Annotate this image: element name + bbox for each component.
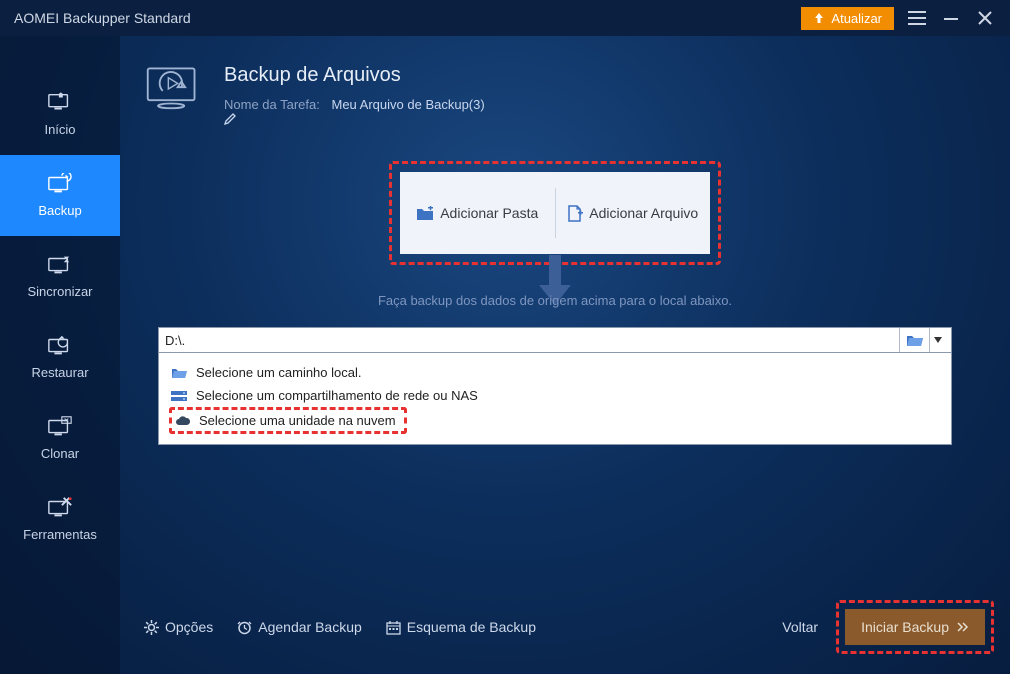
destination-option-local[interactable]: Selecione um caminho local.	[169, 361, 941, 384]
destination-option-label: Selecione um compartilhamento de rede ou…	[196, 388, 478, 403]
sidebar-item-label: Ferramentas	[23, 527, 97, 542]
source-area: Adicionar Pasta Adicionar Arquivo	[144, 161, 966, 321]
add-file-label: Adicionar Arquivo	[589, 205, 698, 221]
upgrade-arrow-icon	[813, 12, 825, 24]
titlebar-controls: Atualizar	[801, 7, 996, 30]
sidebar: Início Backup Sincronizar Restaurar	[0, 36, 120, 674]
destination-dropdown-icon[interactable]	[929, 328, 945, 352]
task-name-row: Nome da Tarefa: Meu Arquivo de Backup(3)	[224, 97, 499, 125]
footer: Opções Agendar Backup Esquema de Backup …	[144, 600, 994, 654]
cloud-option-highlight: Selecione uma unidade na nuvem	[169, 407, 407, 434]
upgrade-label: Atualizar	[831, 11, 882, 26]
calendar-icon	[386, 620, 401, 635]
start-backup-highlight: Iniciar Backup	[836, 600, 994, 654]
folder-plus-icon	[416, 206, 434, 221]
destination-option-label: Selecione uma unidade na nuvem	[199, 413, 396, 428]
source-hint: Faça backup dos dados de origem acima pa…	[365, 293, 745, 308]
sidebar-item-clone[interactable]: Clonar	[0, 398, 120, 479]
schedule-button[interactable]: Agendar Backup	[237, 619, 362, 635]
sidebar-item-sync[interactable]: Sincronizar	[0, 236, 120, 317]
page-header: Backup de Arquivos Nome da Tarefa: Meu A…	[144, 64, 966, 125]
add-folder-label: Adicionar Pasta	[440, 205, 538, 221]
scheme-label: Esquema de Backup	[407, 619, 536, 635]
sidebar-item-restore[interactable]: Restaurar	[0, 317, 120, 398]
sidebar-item-label: Início	[44, 122, 75, 137]
gear-icon	[144, 620, 159, 635]
start-backup-label: Iniciar Backup	[861, 619, 949, 635]
sync-icon	[47, 254, 73, 276]
add-folder-button[interactable]: Adicionar Pasta	[400, 172, 555, 254]
page-header-text: Backup de Arquivos Nome da Tarefa: Meu A…	[224, 64, 499, 125]
clone-icon	[47, 416, 73, 438]
sidebar-item-tools[interactable]: Ferramentas	[0, 479, 120, 560]
close-icon[interactable]	[974, 7, 996, 29]
file-backup-icon	[144, 64, 202, 114]
tools-icon	[47, 497, 73, 519]
upgrade-button[interactable]: Atualizar	[801, 7, 894, 30]
sidebar-item-label: Clonar	[41, 446, 79, 461]
destination-area: D:\. Selecione um caminho local.	[158, 327, 952, 445]
sidebar-item-label: Backup	[38, 203, 81, 218]
sidebar-item-label: Sincronizar	[27, 284, 92, 299]
backup-icon	[47, 173, 73, 195]
destination-option-cloud[interactable]: Selecione uma unidade na nuvem	[174, 411, 396, 430]
folder-open-icon	[171, 367, 188, 379]
clock-icon	[237, 620, 252, 635]
destination-option-nas[interactable]: Selecione um compartilhamento de rede ou…	[169, 384, 941, 407]
browse-folder-icon[interactable]	[899, 328, 929, 352]
sidebar-item-home[interactable]: Início	[0, 74, 120, 155]
titlebar: AOMEI Backupper Standard Atualizar	[0, 0, 1010, 36]
options-button[interactable]: Opções	[144, 619, 213, 635]
cloud-icon	[174, 415, 191, 427]
minimize-icon[interactable]	[940, 7, 962, 29]
nas-icon	[171, 390, 188, 402]
chevron-right-icon	[957, 622, 969, 632]
scheme-button[interactable]: Esquema de Backup	[386, 619, 536, 635]
file-plus-icon	[567, 205, 583, 222]
schedule-label: Agendar Backup	[258, 619, 362, 635]
start-backup-button[interactable]: Iniciar Backup	[845, 609, 985, 645]
task-name-value[interactable]: Meu Arquivo de Backup(3)	[332, 97, 485, 112]
menu-icon[interactable]	[906, 7, 928, 29]
page-title: Backup de Arquivos	[224, 64, 499, 87]
restore-icon	[47, 335, 73, 357]
add-file-button[interactable]: Adicionar Arquivo	[556, 172, 711, 254]
app-title: AOMEI Backupper Standard	[14, 10, 801, 26]
destination-path-bar[interactable]: D:\.	[158, 327, 952, 353]
sidebar-item-label: Restaurar	[31, 365, 88, 380]
task-label: Nome da Tarefa:	[224, 97, 320, 112]
sidebar-item-backup[interactable]: Backup	[0, 155, 120, 236]
edit-icon[interactable]	[224, 112, 499, 125]
options-label: Opções	[165, 619, 213, 635]
destination-option-label: Selecione um caminho local.	[196, 365, 361, 380]
app-window: AOMEI Backupper Standard Atualizar	[0, 0, 1010, 674]
destination-path-value: D:\.	[165, 333, 185, 348]
home-icon	[47, 92, 73, 114]
main-content: Backup de Arquivos Nome da Tarefa: Meu A…	[120, 36, 1010, 674]
source-box: Adicionar Pasta Adicionar Arquivo	[400, 172, 710, 254]
back-button[interactable]: Voltar	[782, 619, 818, 635]
source-highlight: Adicionar Pasta Adicionar Arquivo	[389, 161, 721, 265]
body: Início Backup Sincronizar Restaurar	[0, 36, 1010, 674]
destination-options-list: Selecione um caminho local. Selecione um…	[158, 353, 952, 445]
